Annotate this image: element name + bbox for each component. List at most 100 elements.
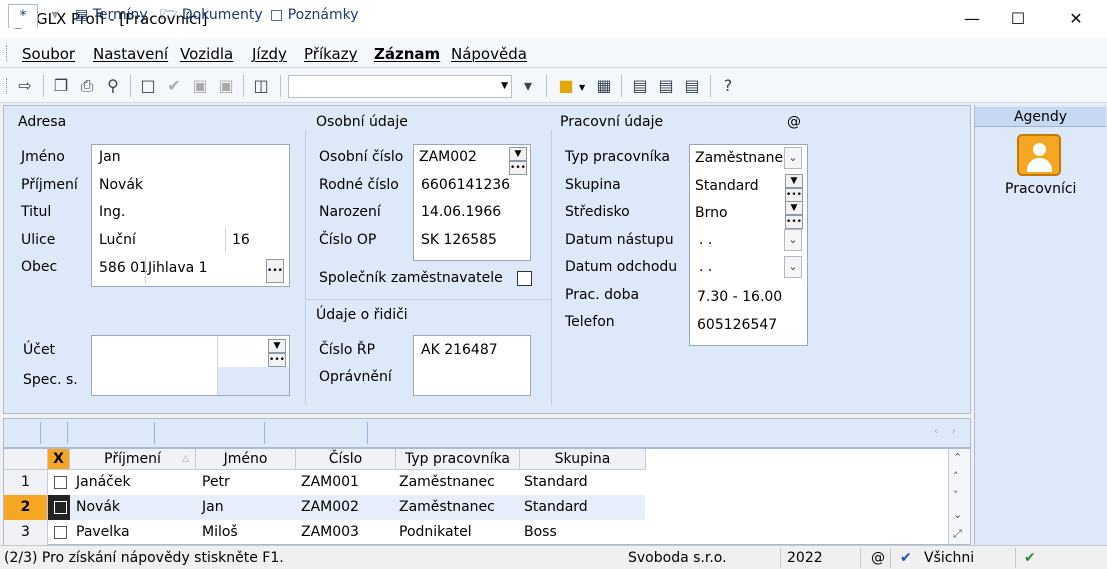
scroll-down-icon[interactable]: ˅ bbox=[953, 489, 959, 502]
column-cislo[interactable]: Číslo bbox=[296, 449, 396, 470]
row-checkbox[interactable] bbox=[54, 526, 67, 539]
new-record-icon[interactable]: □ bbox=[137, 75, 159, 97]
odchod-date-field[interactable]: . . bbox=[699, 259, 712, 275]
status-company: Svoboda s.r.o. bbox=[628, 550, 727, 566]
cislo-popisne-field[interactable]: 16 bbox=[232, 232, 250, 248]
menu-prikazy[interactable]: Příkazy bbox=[304, 45, 357, 63]
clipboard-icon[interactable]: ◫ bbox=[250, 75, 272, 97]
chevron-down-icon[interactable]: ▼ bbox=[501, 81, 508, 91]
exit-icon[interactable]: ⇨ bbox=[14, 75, 36, 97]
skupina-field[interactable]: Standard bbox=[695, 178, 759, 194]
row-checkbox[interactable] bbox=[54, 501, 67, 514]
jmeno-field[interactable]: Jan bbox=[99, 149, 121, 165]
osobni-cislo-field[interactable]: ZAM002 bbox=[419, 149, 477, 165]
scroll-first-icon[interactable]: ⌃ bbox=[953, 451, 962, 464]
menu-jizdy[interactable]: Jízdy bbox=[252, 45, 287, 63]
tab-records[interactable]: * bbox=[8, 4, 38, 28]
prijmeni-field[interactable]: Novák bbox=[99, 177, 143, 193]
cell-skupina: Standard bbox=[524, 499, 588, 515]
chevron-down-icon[interactable]: ▼ bbox=[509, 147, 527, 161]
column-skupina[interactable]: Skupina bbox=[520, 449, 646, 470]
table-row[interactable]: 3 Pavelka Miloš ZAM003 Podnikatel Boss bbox=[4, 520, 949, 545]
toolbar-grip[interactable] bbox=[6, 78, 8, 94]
obec-field[interactable]: Jihlava 1 bbox=[148, 260, 208, 276]
row-checkbox[interactable] bbox=[54, 476, 67, 489]
menu-soubor[interactable]: Soubor bbox=[22, 45, 75, 63]
close-button[interactable]: ✕ bbox=[1053, 0, 1099, 38]
obec-lookup-button[interactable]: ••• bbox=[266, 259, 284, 283]
person-icon[interactable] bbox=[1017, 134, 1061, 176]
menu-grip[interactable] bbox=[6, 45, 8, 61]
menu-vozidla[interactable]: Vozidla bbox=[180, 45, 233, 63]
chevron-down-icon[interactable]: ▼ bbox=[785, 174, 803, 188]
save-icon[interactable]: ▣ bbox=[189, 75, 211, 97]
email-at-icon[interactable]: @ bbox=[787, 114, 801, 130]
maximize-button[interactable]: ☐ bbox=[995, 0, 1041, 38]
calculator-icon[interactable]: ▦ bbox=[593, 75, 615, 97]
menu-napoveda[interactable]: Nápověda bbox=[451, 45, 527, 63]
copy-record-icon[interactable]: ❐ bbox=[50, 75, 72, 97]
ulice-field[interactable]: Luční bbox=[99, 232, 136, 248]
titul-field[interactable]: Ing. bbox=[99, 204, 125, 220]
filter-tab-icon[interactable]: ▾ bbox=[44, 4, 66, 28]
tab-terminy[interactable]: ▤ Termíny bbox=[75, 4, 148, 28]
column-jmeno[interactable]: Jméno bbox=[196, 449, 296, 470]
cislo-op-field[interactable]: SK 126585 bbox=[421, 232, 497, 248]
save-copy-icon[interactable]: ▣ bbox=[215, 75, 237, 97]
form-view-icon[interactable]: ▤ bbox=[629, 75, 651, 97]
osobni-cislo-lookup-button[interactable]: ••• bbox=[509, 161, 527, 175]
tab-scroll-right-icon[interactable]: › bbox=[952, 426, 956, 437]
status-ok-icon: ✔ bbox=[1024, 550, 1036, 566]
chevron-down-icon[interactable]: ⌄ bbox=[784, 147, 802, 169]
chevron-down-icon[interactable]: ⌄ bbox=[784, 229, 802, 251]
list-view-icon[interactable]: ▤ bbox=[655, 75, 677, 97]
column-select[interactable]: X bbox=[48, 449, 70, 470]
chevron-down-icon[interactable]: ⌄ bbox=[784, 256, 802, 278]
folder-dropdown-icon[interactable]: ▼ bbox=[579, 83, 585, 92]
menu-zaznam[interactable]: Záznam bbox=[374, 45, 440, 63]
tab-dokumenty[interactable]: 🗁 Dokumenty bbox=[160, 4, 263, 28]
narozeni-field[interactable]: 14.06.1966 bbox=[421, 204, 501, 220]
bank-lookup-button[interactable]: ••• bbox=[268, 353, 286, 367]
help-icon[interactable]: ? bbox=[717, 75, 739, 97]
chevron-down-icon[interactable]: ▼ bbox=[268, 339, 286, 353]
agenda-pracovnici[interactable]: Pracovníci bbox=[1005, 181, 1076, 197]
scroll-last-icon[interactable]: ⌄ bbox=[953, 508, 962, 521]
tab-separator bbox=[67, 422, 68, 444]
cell-skupina: Standard bbox=[524, 474, 588, 490]
minimize-button[interactable]: — bbox=[949, 0, 995, 38]
prac-doba-field[interactable]: 7.30 - 16.00 bbox=[697, 289, 782, 305]
ucet-label: Účet bbox=[23, 342, 56, 358]
chevron-down-icon[interactable]: ▼ bbox=[785, 201, 803, 215]
toolbar-separator bbox=[621, 75, 622, 97]
tab-poznamky[interactable]: □ Poznámky bbox=[270, 4, 359, 28]
table-row[interactable]: 1 Janáček Petr ZAM001 Zaměstnanec Standa… bbox=[4, 470, 949, 495]
nastup-label: Datum nástupu bbox=[565, 232, 674, 248]
spolecnik-checkbox[interactable] bbox=[517, 271, 532, 286]
nastup-date-field[interactable]: . . bbox=[699, 232, 712, 248]
tab-scroll-left-icon[interactable]: ‹ bbox=[934, 426, 938, 437]
rodne-cislo-field[interactable]: 6606141236 bbox=[421, 177, 510, 193]
telefon-field[interactable]: 605126547 bbox=[697, 317, 777, 333]
typ-select[interactable]: Zaměstnanec bbox=[695, 150, 783, 166]
table-row-selected[interactable]: 2 Novák Jan ZAM002 Zaměstnanec Standard bbox=[4, 495, 645, 520]
column-prijmeni[interactable]: Příjmení △ bbox=[70, 449, 196, 470]
menu-nastaveni[interactable]: Nastavení bbox=[93, 45, 168, 63]
section-divider bbox=[306, 299, 551, 300]
expand-icon[interactable]: ⤢ bbox=[953, 527, 962, 541]
stredisko-lookup-button[interactable]: ••• bbox=[785, 215, 803, 229]
filter-icon[interactable]: ▾ bbox=[517, 75, 539, 97]
cislo-rp-field[interactable]: AK 216487 bbox=[421, 342, 498, 358]
skupina-lookup-button[interactable]: ••• bbox=[785, 188, 803, 202]
detail-view-icon[interactable]: ▤ bbox=[681, 75, 703, 97]
print-preview-icon[interactable]: ⚲ bbox=[102, 75, 124, 97]
psc-field[interactable]: 586 01 bbox=[99, 260, 148, 276]
stredisko-field[interactable]: Brno bbox=[695, 205, 728, 221]
titul-label: Titul bbox=[21, 204, 52, 220]
confirm-icon[interactable]: ✔ bbox=[163, 75, 185, 97]
scroll-up-icon[interactable]: ˄ bbox=[953, 470, 959, 483]
print-icon[interactable]: ⎙ bbox=[76, 75, 98, 97]
filter-combo[interactable]: ▼ bbox=[288, 75, 512, 98]
folder-icon[interactable]: ■ bbox=[555, 75, 577, 97]
column-typ[interactable]: Typ pracovníka bbox=[396, 449, 520, 470]
